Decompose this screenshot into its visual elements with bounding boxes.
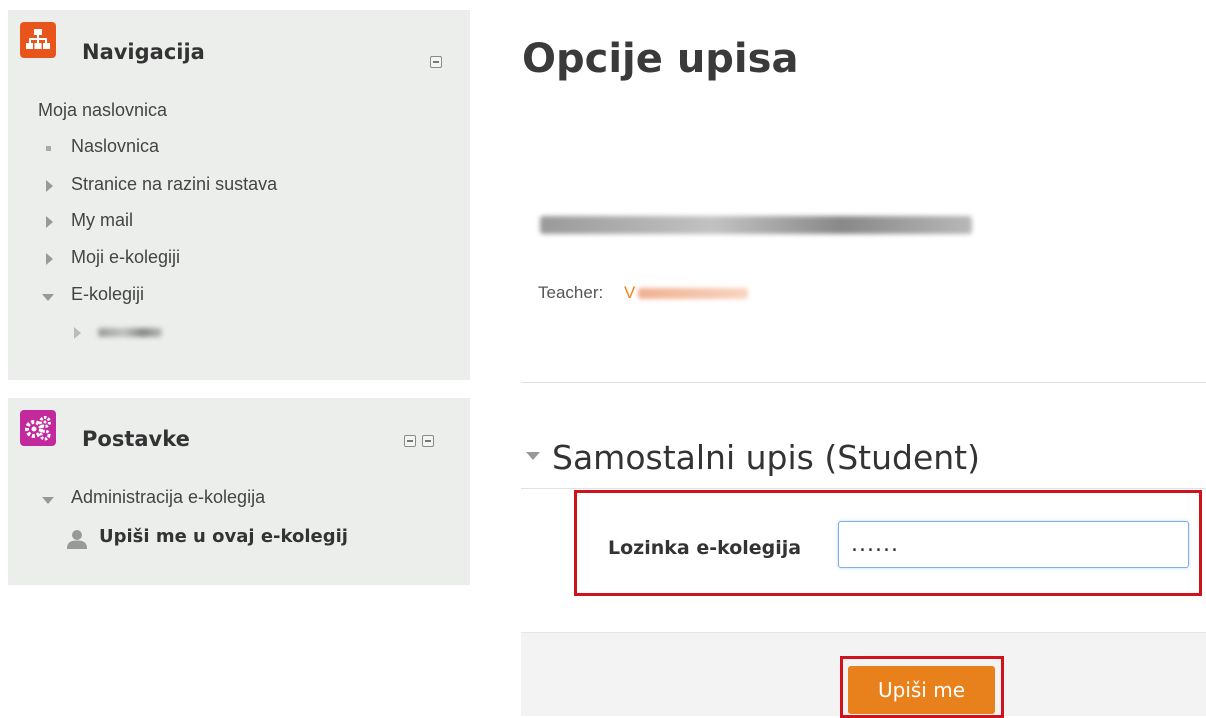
section-title-text[interactable]: Samostalni upis (Student): [552, 438, 980, 477]
expand-arrow-icon[interactable]: [74, 327, 81, 339]
sitemap-icon: [20, 22, 56, 58]
redacted-teacher-name[interactable]: [638, 288, 748, 299]
divider: [521, 382, 1206, 383]
teacher-name-link[interactable]: V: [624, 283, 635, 303]
settings-title: Postavke: [82, 427, 190, 451]
nav-home-link[interactable]: Moja naslovnica: [38, 100, 167, 121]
nav-item-label[interactable]: Stranice na razini sustava: [71, 174, 277, 195]
divider: [521, 488, 1206, 489]
page-title: Opcije upisa: [522, 36, 799, 82]
dock-icon[interactable]: [422, 435, 434, 447]
nav-item-label[interactable]: E-kolegiji: [71, 284, 144, 305]
redacted-course-title: [540, 216, 972, 234]
expand-arrow-icon[interactable]: [46, 180, 53, 192]
navigation-block: Navigacija Moja naslovnica Naslovnica St…: [8, 10, 470, 380]
collapse-icon[interactable]: [430, 56, 442, 68]
expand-arrow-icon[interactable]: [46, 216, 53, 228]
expand-arrow-icon[interactable]: [46, 253, 53, 265]
square-bullet-icon: [46, 146, 51, 151]
nav-item-label[interactable]: Naslovnica: [71, 136, 159, 157]
nav-item-label[interactable]: Moji e-kolegiji: [71, 247, 180, 268]
collapse-arrow-icon[interactable]: [42, 294, 54, 301]
navigation-title: Navigacija: [82, 40, 205, 64]
settings-admin-label[interactable]: Administracija e-kolegija: [71, 487, 265, 508]
password-input[interactable]: [838, 521, 1189, 568]
password-label: Lozinka e-kolegija: [608, 537, 802, 559]
nav-item-label[interactable]: My mail: [71, 210, 133, 231]
enrol-me-link[interactable]: Upiši me u ovaj e-kolegij: [99, 526, 348, 547]
teacher-label: Teacher:: [538, 283, 604, 302]
collapse-arrow-icon[interactable]: [42, 497, 54, 504]
section-title[interactable]: Samostalni upis (Student): [522, 438, 980, 477]
nav-home-label[interactable]: Moja naslovnica: [38, 100, 167, 120]
enrol-button[interactable]: Upiši me: [848, 666, 995, 714]
nav-subitem-course[interactable]: [74, 323, 204, 343]
user-icon: [67, 530, 87, 549]
collapse-icon[interactable]: [404, 435, 416, 447]
gears-icon: [20, 410, 56, 446]
redacted-course-name[interactable]: [98, 328, 162, 337]
settings-block: Postavke Administracija e-kolegija: [8, 398, 470, 585]
